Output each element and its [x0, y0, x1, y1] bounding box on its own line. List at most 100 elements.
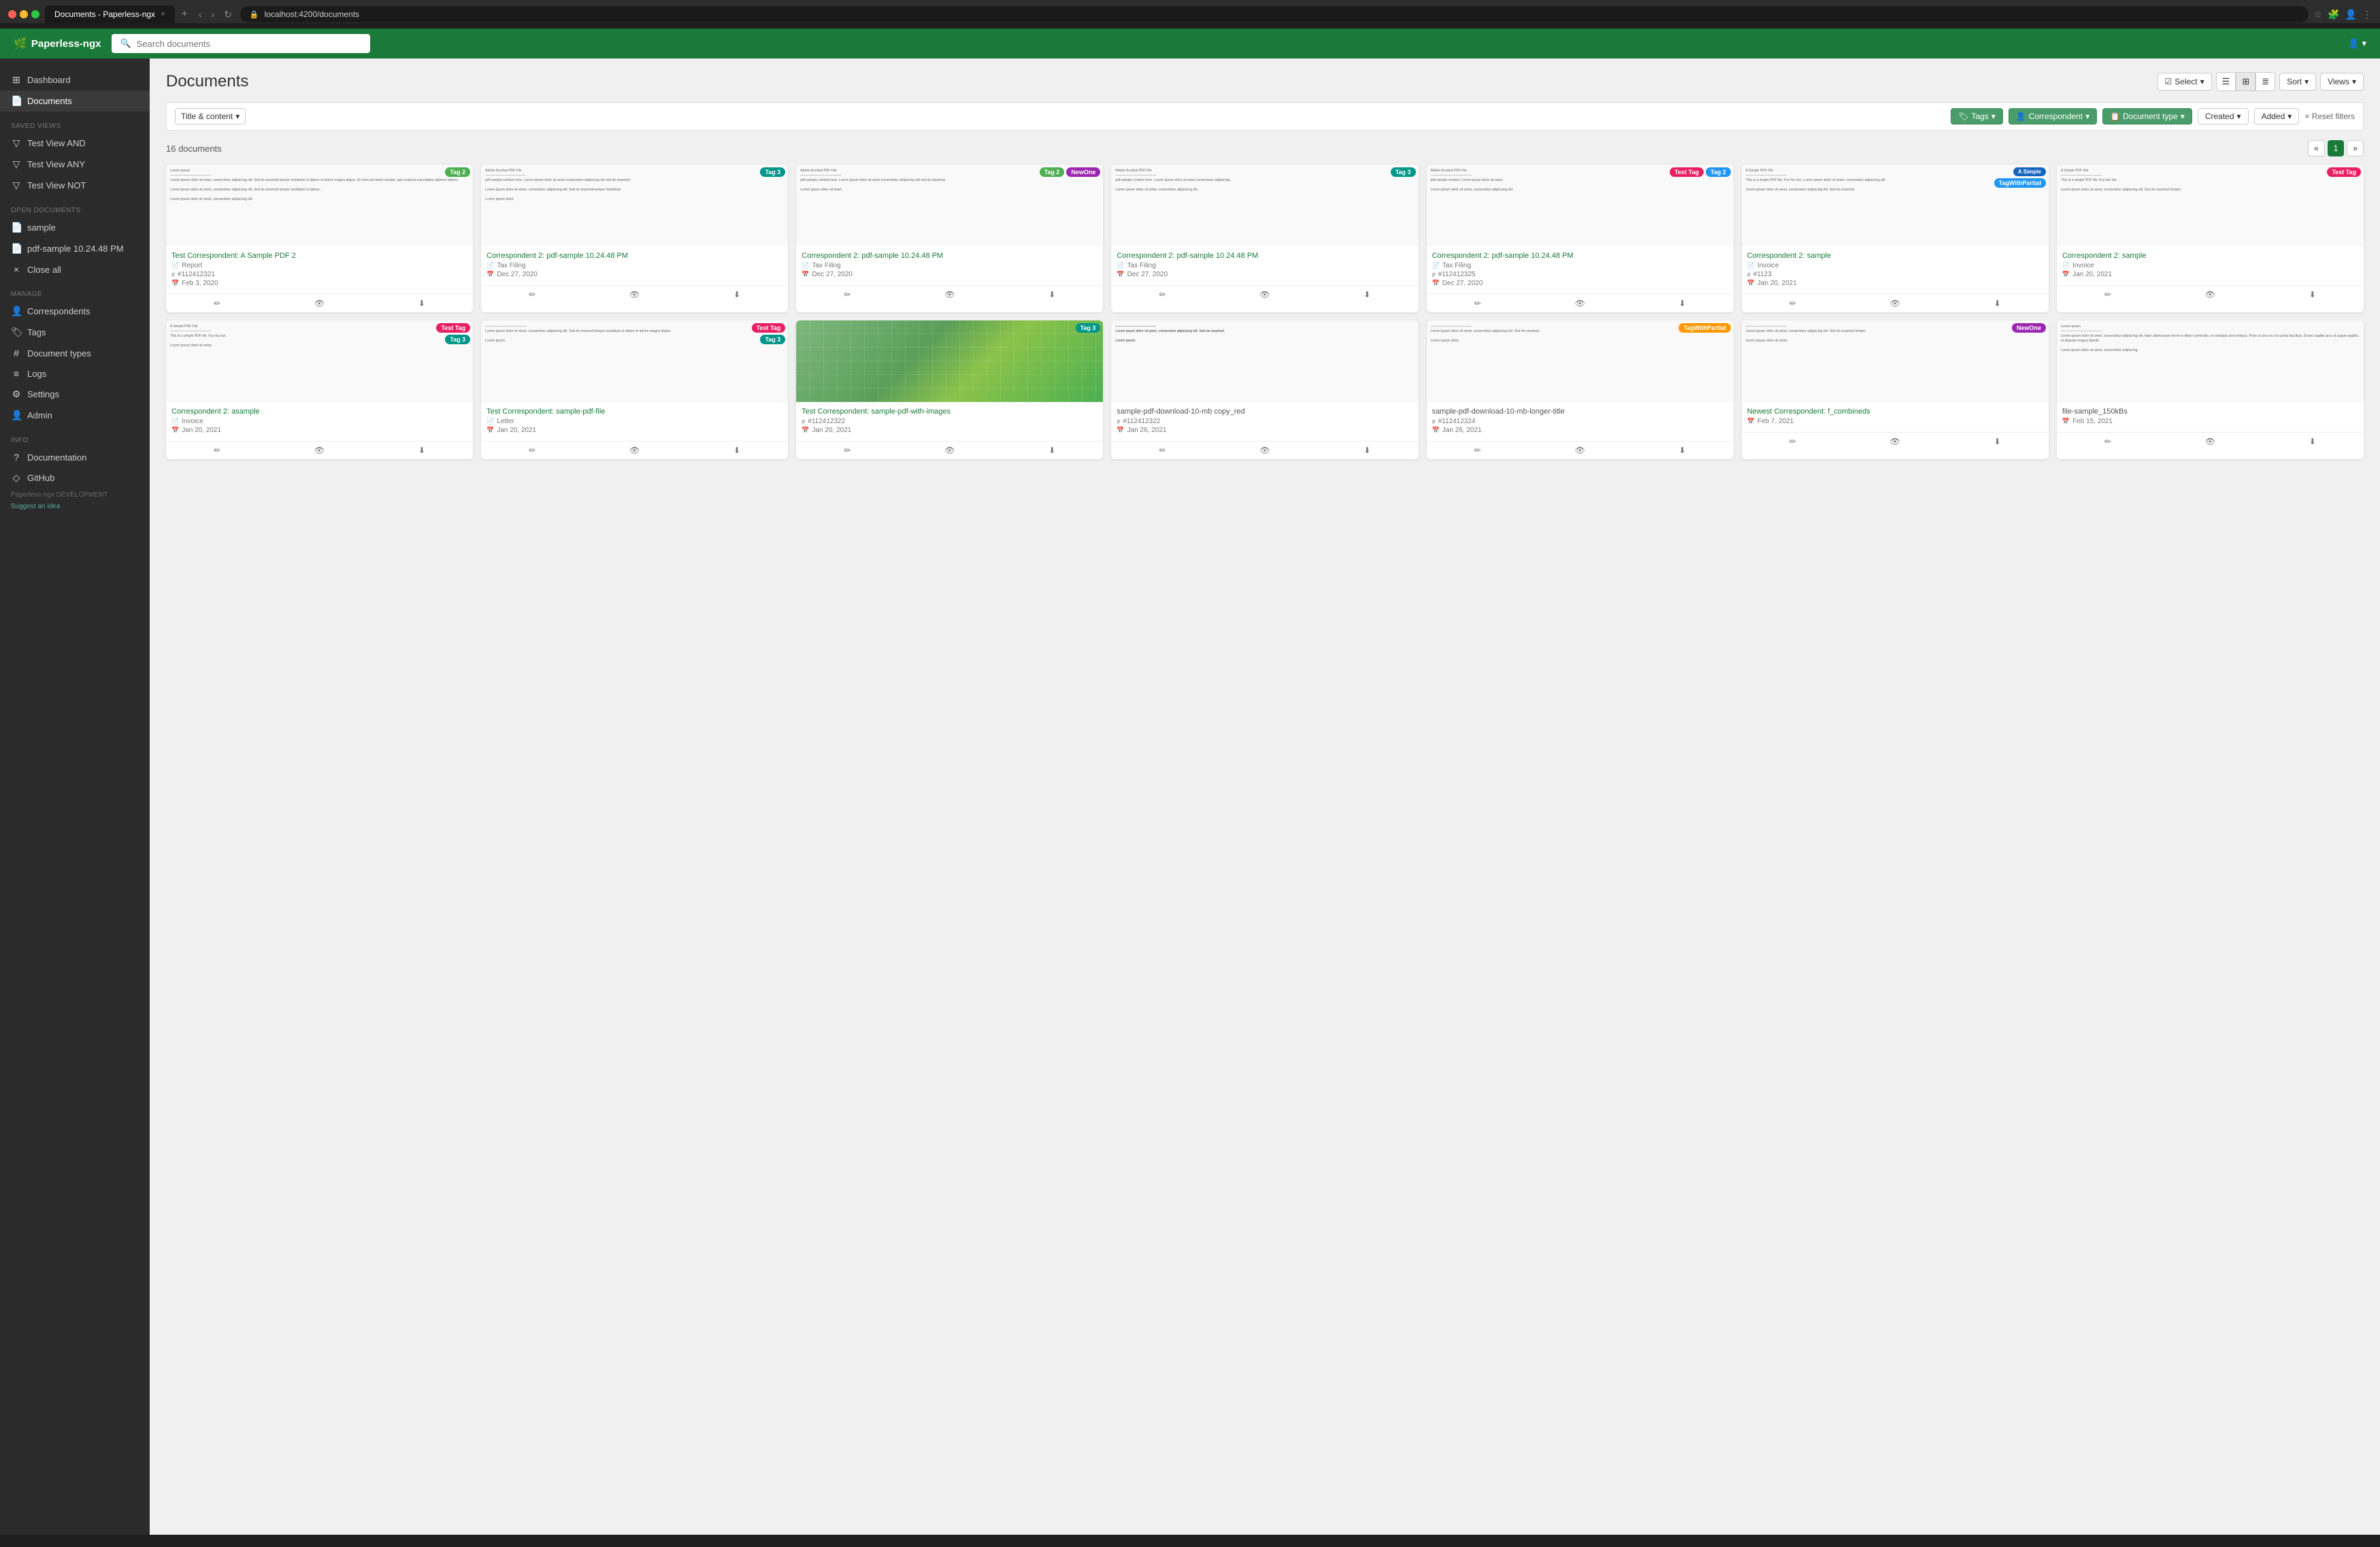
view-button-2[interactable]: 👁	[584, 286, 686, 303]
sidebar-item-close-all[interactable]: × Close all	[0, 259, 150, 280]
forward-button[interactable]: ›	[209, 7, 218, 22]
sort-button[interactable]: Sort ▾	[2279, 73, 2316, 90]
download-button-3[interactable]: ⬇	[1001, 286, 1103, 303]
prev-page-button[interactable]: «	[2308, 140, 2325, 156]
added-filter-button[interactable]: Added ▾	[2254, 108, 2300, 124]
sidebar-item-test-view-not[interactable]: ▽ Test View NOT	[0, 175, 150, 196]
download-button-9[interactable]: ⬇	[686, 442, 788, 459]
traffic-light-red[interactable]	[8, 10, 16, 18]
edit-button-5[interactable]: ✏	[1427, 295, 1529, 312]
current-page-button[interactable]: 1	[2328, 140, 2345, 156]
view-button-1[interactable]: 👁	[268, 295, 370, 312]
created-filter-button[interactable]: Created ▾	[2198, 108, 2249, 124]
doc-card-6[interactable]: A Simple PDF File─────────────────This i…	[1742, 165, 2049, 312]
reset-filters-button[interactable]: × Reset filters	[2304, 112, 2355, 121]
download-button-13[interactable]: ⬇	[1946, 433, 2048, 450]
view-button-4[interactable]: 👁	[1214, 286, 1316, 303]
doc-correspondent[interactable]: Correspondent 2: sample	[1747, 252, 2043, 260]
doc-tag-tagwithpartial[interactable]: TagWithPartial	[1994, 178, 2046, 188]
doc-tag-newone[interactable]: NewOne	[1066, 167, 1100, 177]
profile-icon[interactable]: 👤	[2345, 9, 2357, 20]
traffic-light-yellow[interactable]	[20, 10, 28, 18]
sidebar-item-pdf-sample[interactable]: 📄 pdf-sample 10.24.48 PM	[0, 238, 150, 259]
doc-correspondent[interactable]: Newest Correspondent: f_combineds	[1747, 407, 2043, 416]
doc-card-11[interactable]: ─────────────────Lorem ipsum dolor sit a…	[1111, 320, 1418, 459]
reload-button[interactable]: ↻	[221, 7, 235, 22]
sidebar-item-admin[interactable]: 👤 Admin	[0, 405, 150, 426]
suggest-idea-link[interactable]: Suggest an idea	[0, 501, 150, 512]
doc-card-8[interactable]: A Simple PDF File─────────────────This i…	[166, 320, 473, 459]
doc-tag-tagwithpartial[interactable]: TagWithPartial	[1679, 323, 1730, 333]
edit-button-2[interactable]: ✏	[481, 286, 583, 303]
doc-tag[interactable]: Tag 3	[1391, 167, 1416, 177]
download-button-6[interactable]: ⬇	[1946, 295, 2048, 312]
doc-tag[interactable]: Tag 2	[1040, 167, 1065, 177]
view-button-3[interactable]: 👁	[899, 286, 1001, 303]
edit-button-8[interactable]: ✏	[166, 442, 268, 459]
bookmark-icon[interactable]: ☆	[2314, 9, 2323, 20]
detail-view-button[interactable]: ≣	[2255, 72, 2275, 91]
views-button[interactable]: Views ▾	[2320, 73, 2364, 90]
tab-close-button[interactable]: ×	[161, 10, 165, 18]
download-button-5[interactable]: ⬇	[1631, 295, 1733, 312]
download-button-7[interactable]: ⬇	[2262, 286, 2364, 303]
download-button-1[interactable]: ⬇	[371, 295, 473, 312]
download-button-8[interactable]: ⬇	[371, 442, 473, 459]
doc-card-7[interactable]: A Simple PDF File─────────────────This i…	[2057, 165, 2364, 312]
sidebar-item-test-view-and[interactable]: ▽ Test View AND	[0, 133, 150, 154]
list-view-button[interactable]: ☰	[2216, 72, 2236, 91]
doc-card-3[interactable]: Adobe Acrobat PDF File─────────────────p…	[796, 165, 1103, 312]
edit-button-7[interactable]: ✏	[2057, 286, 2159, 303]
doc-card-14[interactable]: Lorem ipsum─────────────────Lorem ipsum …	[2057, 320, 2364, 459]
back-button[interactable]: ‹	[196, 7, 205, 22]
doc-correspondent[interactable]: Correspondent 2: sample	[2062, 252, 2358, 260]
new-tab-button[interactable]: +	[179, 8, 191, 20]
doc-tag-newone[interactable]: NewOne	[2012, 323, 2046, 333]
doc-card-13[interactable]: ─────────────────Lorem ipsum dolor sit a…	[1742, 320, 2049, 459]
edit-button-14[interactable]: ✏	[2057, 433, 2159, 450]
doc-tag-test[interactable]: Test Tag	[752, 323, 786, 333]
doc-tag-3b[interactable]: Tag 3	[760, 335, 785, 344]
doc-tag-test[interactable]: Test Tag	[2327, 167, 2361, 177]
doc-card-12[interactable]: ─────────────────Lorem ipsum dolor sit a…	[1427, 320, 1734, 459]
edit-button-10[interactable]: ✏	[796, 442, 898, 459]
doc-correspondent[interactable]: Test Correspondent: sample-pdf-with-imag…	[801, 407, 1097, 416]
sidebar-item-tags[interactable]: 🏷 Tags	[0, 322, 150, 343]
doc-card-10[interactable]: Tag 3 Test Correspondent: sample-pdf-wit…	[796, 320, 1103, 459]
title-content-filter[interactable]: Title & content ▾	[175, 108, 246, 124]
grid-view-button[interactable]: ⊞	[2236, 72, 2255, 91]
view-button-10[interactable]: 👁	[899, 442, 1001, 459]
doc-tag[interactable]: Tag 2	[445, 167, 470, 177]
view-button-7[interactable]: 👁	[2159, 286, 2261, 303]
edit-button-4[interactable]: ✏	[1111, 286, 1213, 303]
doc-correspondent[interactable]: Correspondent 2: pdf-sample 10.24.48 PM	[801, 252, 1097, 260]
global-search-bar[interactable]: 🔍	[112, 34, 370, 53]
menu-icon[interactable]: ⋮	[2362, 9, 2372, 20]
user-menu-button[interactable]: 👤 ▾	[2348, 38, 2366, 49]
extensions-icon[interactable]: 🧩	[2328, 9, 2339, 20]
view-button-14[interactable]: 👁	[2159, 433, 2261, 450]
doc-tag-3[interactable]: Tag 3	[445, 335, 470, 344]
doc-tag-3c[interactable]: Tag 3	[1076, 323, 1101, 333]
view-button-9[interactable]: 👁	[584, 442, 686, 459]
sidebar-item-settings[interactable]: ⚙ Settings	[0, 384, 150, 405]
view-button-12[interactable]: 👁	[1529, 442, 1631, 459]
doc-tag[interactable]: Tag 3	[760, 167, 785, 177]
download-button-2[interactable]: ⬇	[686, 286, 788, 303]
doc-tag-a-simple[interactable]: A Simple	[2013, 167, 2046, 176]
edit-button-3[interactable]: ✏	[796, 286, 898, 303]
correspondent-filter-button[interactable]: 👤 Correspondent ▾	[2009, 108, 2097, 124]
download-button-4[interactable]: ⬇	[1316, 286, 1418, 303]
download-button-12[interactable]: ⬇	[1631, 442, 1733, 459]
doc-card-2[interactable]: Adobe Acrobat PDF File─────────────────p…	[481, 165, 788, 312]
edit-button-13[interactable]: ✏	[1742, 433, 1844, 450]
doc-correspondent[interactable]: Test Correspondent: sample-pdf-file	[486, 407, 782, 416]
view-button-13[interactable]: 👁	[1844, 433, 1946, 450]
browser-tab-active[interactable]: Documents - Paperless-ngx ×	[45, 5, 175, 23]
doc-tag-2[interactable]: Tag 2	[1706, 167, 1731, 177]
address-bar-text[interactable]: localhost:4200/documents	[265, 10, 359, 19]
doc-tag-test[interactable]: Test Tag	[436, 323, 470, 333]
sidebar-item-documents[interactable]: 📄 Documents	[0, 90, 150, 112]
doc-correspondent[interactable]: Test Correspondent: A Sample PDF 2	[171, 252, 467, 260]
next-page-button[interactable]: »	[2347, 140, 2364, 156]
